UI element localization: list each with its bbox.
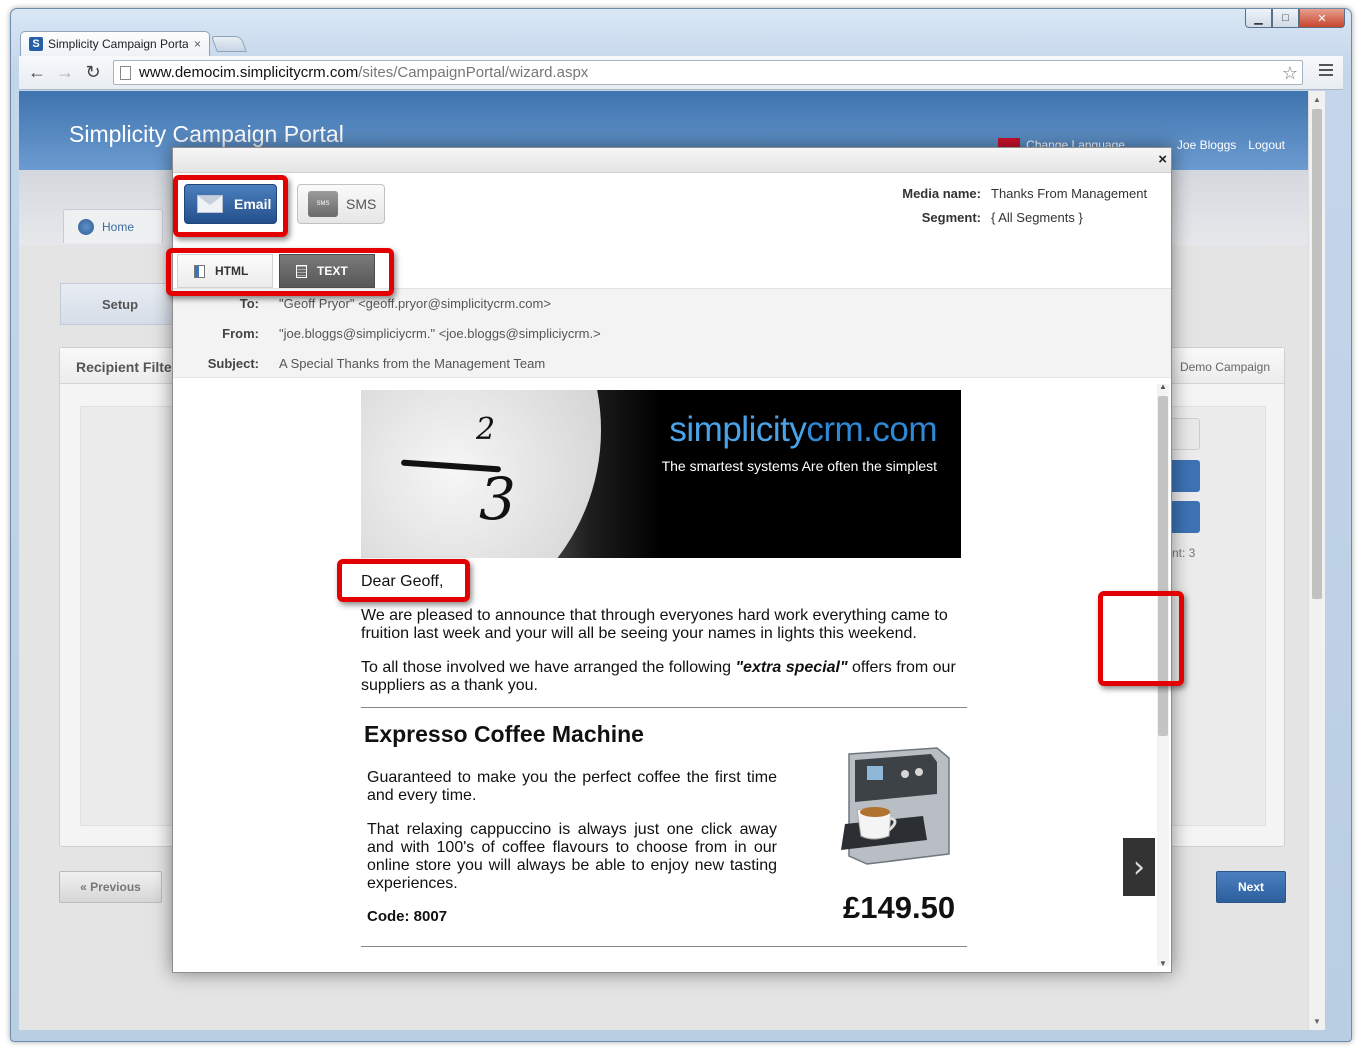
preview-scroll-down-icon[interactable]: ▼: [1159, 959, 1167, 968]
subject-value: A Special Thanks from the Management Tea…: [279, 356, 546, 371]
scroll-up-icon[interactable]: ▲: [1313, 95, 1321, 104]
back-arrow-icon[interactable]: ←: [23, 59, 51, 87]
highlight-next-arrow: [1098, 591, 1184, 686]
sms-channel-button[interactable]: SMS SMS: [297, 184, 385, 224]
dialog-close-icon[interactable]: ×: [1158, 151, 1167, 168]
previous-button[interactable]: « Previous: [59, 871, 162, 903]
home-tab[interactable]: Home: [63, 209, 163, 243]
from-label: From:: [222, 326, 259, 341]
subject-label: Subject:: [207, 356, 259, 371]
clock-numeral-2: 2: [476, 412, 496, 447]
url-host: www.democim.simplicitycrm.com: [139, 64, 359, 81]
product-description-2: That relaxing cappuccino is always just …: [367, 821, 777, 892]
panel-button-blue-1[interactable]: [1170, 460, 1200, 492]
brand-tagline: The smartest systems Are often the simpl…: [661, 458, 937, 474]
home-tab-label: Home: [102, 219, 135, 234]
panel-title: Recipient Filter: [76, 359, 178, 375]
recipient-count: nt: 3: [1172, 546, 1196, 560]
page-scrollbar[interactable]: ▲ ▼: [1308, 91, 1325, 1030]
highlight-format-tabs: [166, 248, 394, 296]
tab-close-icon[interactable]: ×: [194, 37, 201, 51]
user-name[interactable]: Joe Bloggs: [1177, 138, 1236, 152]
scroll-down-icon[interactable]: ▼: [1313, 1017, 1321, 1026]
campaign-name: Demo Campaign: [1179, 360, 1270, 374]
panel-button-blue-2[interactable]: [1170, 501, 1200, 533]
next-button[interactable]: Next: [1216, 871, 1286, 903]
divider: [361, 707, 967, 708]
preview-scroll-up-icon[interactable]: ▲: [1159, 382, 1167, 391]
logout-link[interactable]: Logout: [1248, 138, 1285, 152]
to-label: To:: [239, 296, 259, 311]
divider-bottom: [361, 946, 967, 947]
email-headers: To: "Geoff Pryor" <geoff.pryor@simplicit…: [173, 288, 1171, 378]
paragraph-2-start: To all those involved we have arranged t…: [361, 659, 736, 676]
new-tab-button[interactable]: [211, 36, 247, 52]
browser-menu-icon[interactable]: [1319, 64, 1333, 79]
browser-toolbar: ← → ↻ www.democim.simplicitycrm.com /sit…: [19, 56, 1343, 90]
media-name-value: Thanks From Management: [991, 186, 1148, 201]
window-controls: ▁ □ ✕: [1245, 9, 1345, 28]
brand-crm: crm.com: [806, 410, 937, 449]
forward-arrow-icon[interactable]: →: [51, 59, 79, 87]
browser-tab[interactable]: S Simplicity Campaign Portal ×: [20, 31, 210, 56]
brand-simplicity: simplicity: [669, 410, 807, 449]
minimize-button[interactable]: ▁: [1245, 9, 1272, 28]
highlight-email-button: [173, 175, 288, 237]
next-preview-arrow[interactable]: ›: [1123, 838, 1155, 896]
media-meta: Media name: Thanks From Management Segme…: [851, 186, 1151, 234]
product-code: Code: 8007: [367, 908, 448, 925]
panel-button-gray[interactable]: [1170, 418, 1200, 450]
reload-icon[interactable]: ↻: [79, 59, 107, 87]
segment-value: { All Segments }: [991, 210, 1083, 225]
sms-channel-label: SMS: [346, 196, 377, 212]
segment-label: Segment:: [921, 210, 981, 225]
sms-bubble-icon: SMS: [308, 191, 338, 217]
app-title: Simplicity Campaign Portal: [69, 121, 344, 147]
paragraph-2-emphasis: "extra special": [735, 659, 848, 676]
product-description-1: Guaranteed to make you the perfect coffe…: [367, 769, 777, 804]
highlight-greeting: [337, 559, 470, 602]
coffee-machine-image: [841, 747, 950, 865]
paragraph-2: To all those involved we have arranged t…: [361, 659, 961, 695]
url-path: /sites/CampaignPortal/wizard.aspx: [358, 64, 589, 81]
page-scroll-thumb[interactable]: [1312, 109, 1322, 599]
paragraph-1: We are pleased to announce that through …: [361, 607, 948, 642]
tab-title: Simplicity Campaign Portal: [48, 37, 188, 51]
close-window-button[interactable]: ✕: [1299, 9, 1345, 28]
dialog-titlebar: ×: [173, 148, 1171, 173]
home-icon: [78, 218, 94, 235]
product-price: £149.50: [843, 890, 956, 925]
page-icon: [120, 65, 131, 80]
email-banner: 2 3 simplicitycrm.com The smartest syste…: [361, 390, 961, 558]
email-body-preview: 2 3 simplicitycrm.com The smartest syste…: [173, 378, 1171, 972]
bookmark-star-icon[interactable]: ☆: [1282, 63, 1298, 84]
browser-tab-strip: S Simplicity Campaign Portal ×: [20, 31, 247, 56]
maximize-button[interactable]: □: [1272, 9, 1299, 28]
step-setup[interactable]: Setup: [60, 283, 180, 325]
simplicity-favicon-icon: S: [29, 37, 43, 51]
product-title: Expresso Coffee Machine: [364, 721, 644, 747]
from-value: "joe.bloggs@simpliciycrm." <joe.bloggs@s…: [279, 326, 601, 341]
to-value: "Geoff Pryor" <geoff.pryor@simplicitycrm…: [279, 296, 551, 311]
brand-logo: simplicitycrm.com: [669, 410, 937, 450]
address-bar[interactable]: www.democim.simplicitycrm.com /sites/Cam…: [113, 60, 1303, 85]
media-name-label: Media name:: [902, 186, 981, 201]
clock-numeral-3: 3: [479, 465, 516, 533]
